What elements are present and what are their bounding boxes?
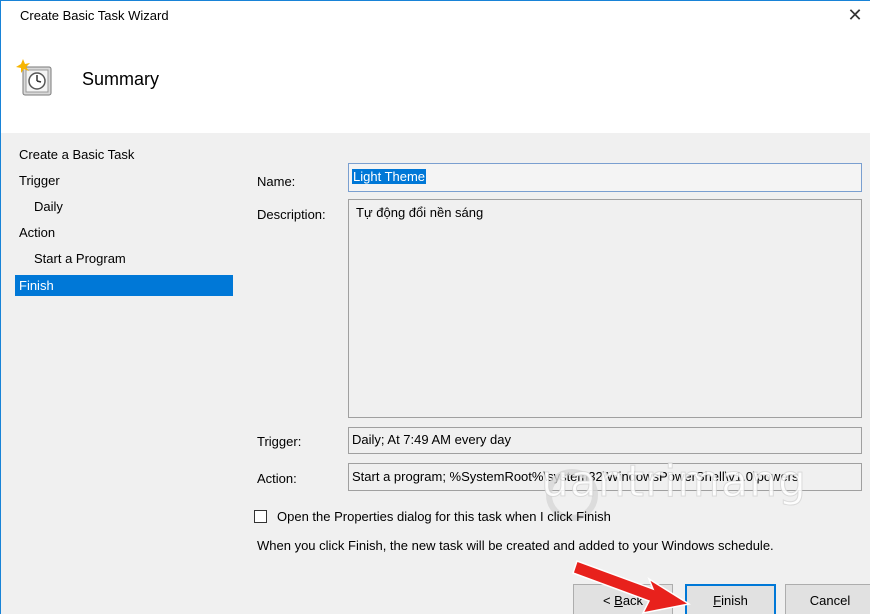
- sidebar-item-finish[interactable]: Finish: [15, 275, 233, 296]
- sidebar-item-daily[interactable]: Daily: [15, 196, 233, 217]
- wizard-header: Summary: [1, 29, 870, 133]
- task-clock-icon: [16, 59, 52, 96]
- open-properties-checkbox[interactable]: [254, 510, 267, 523]
- cancel-button[interactable]: Cancel: [785, 584, 870, 614]
- close-icon[interactable]: ✕: [840, 1, 870, 29]
- trigger-field[interactable]: Daily; At 7:49 AM every day: [348, 427, 862, 454]
- sidebar-item-action[interactable]: Action: [15, 222, 233, 243]
- action-label: Action:: [257, 471, 297, 486]
- description-label: Description:: [257, 207, 326, 222]
- name-field[interactable]: Light Theme: [348, 163, 862, 192]
- watermark: uantrimang: [541, 456, 807, 508]
- description-value: Tự động đổi nền sáng: [356, 205, 484, 220]
- finish-accelerator: F: [713, 593, 722, 608]
- name-label: Name:: [257, 174, 296, 189]
- wizard-window: Create Basic Task Wizard ✕ Summary Creat…: [0, 0, 870, 614]
- page-title: Summary: [82, 69, 160, 89]
- description-field[interactable]: Tự động đổi nền sáng: [348, 199, 862, 418]
- name-value: Light Theme: [352, 169, 427, 184]
- finish-label: inish: [721, 593, 748, 608]
- sidebar-item-trigger[interactable]: Trigger: [15, 170, 233, 191]
- window-title: Create Basic Task Wizard: [20, 8, 169, 23]
- title-bar[interactable]: Create Basic Task Wizard ✕: [1, 1, 870, 29]
- trigger-label: Trigger:: [257, 434, 302, 449]
- red-arrow-annotation: [572, 560, 692, 614]
- sidebar-item-start-program[interactable]: Start a Program: [15, 248, 233, 269]
- sidebar-item-create-basic-task[interactable]: Create a Basic Task: [15, 144, 233, 165]
- open-properties-label[interactable]: Open the Properties dialog for this task…: [277, 509, 611, 524]
